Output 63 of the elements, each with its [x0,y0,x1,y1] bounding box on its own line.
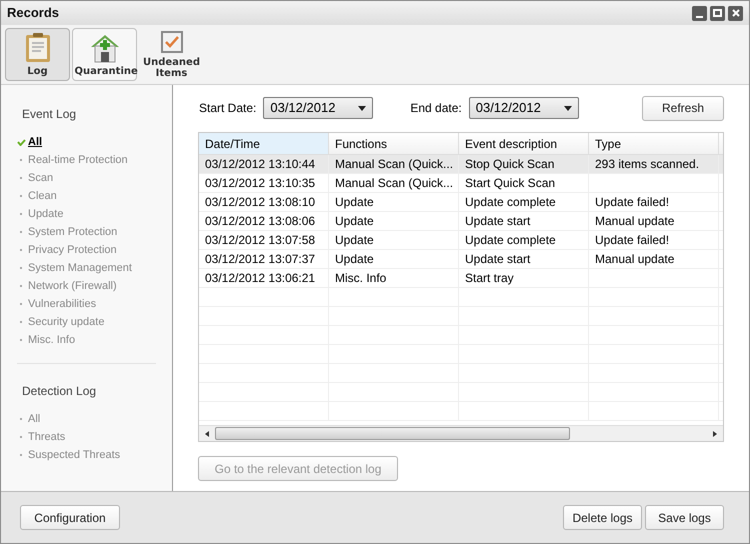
table-cell-text: Stop Quick Scan [465,156,554,173]
refresh-button[interactable]: Refresh [642,96,724,120]
table-row[interactable]: 03/12/2012 13:07:37 Update Update start Manual update [199,250,723,269]
table-cell-text: 293 items scanned. [595,156,700,173]
table-cell-text: Manual update [595,251,674,268]
dropdown-arrow-icon [358,106,366,110]
toolbar-tab[interactable]: Undeaned Items [139,28,204,81]
close-button[interactable] [728,6,743,20]
table-cell-text: Update complete [465,232,556,249]
table-cell-text: 03/12/2012 13:10:44 [205,156,316,173]
table-cell-text: Manual Scan (Quick... [335,156,454,173]
table-cell-text: Update start [465,251,530,268]
table-cell-text: Manual Scan (Quick... [335,175,454,192]
table-cell-text: Update failed! [595,232,670,249]
window-title: Records [7,4,60,22]
table-row[interactable]: 03/12/2012 13:10:44 Manual Scan (Quick... Stop Quick Scan 293 items scanned. [199,155,723,174]
table-cell-text: Misc. Info [335,270,386,287]
table-cell-text: Update [335,251,374,268]
section-heading: Detection Log [22,383,98,400]
toolbar-tab[interactable]: Log [5,28,70,81]
footer-button[interactable]: Delete logs [563,505,642,530]
table-cell-text: 03/12/2012 13:08:06 [205,213,316,230]
date-dropdown[interactable]: 03/12/2012 [468,97,579,119]
table-cell-text: Update [335,213,374,230]
table-row[interactable]: 03/12/2012 13:08:06 Update Update start Manual update [199,212,723,231]
column-header[interactable]: Type [589,133,719,154]
table-cell-text: 03/12/2012 13:10:35 [205,175,316,192]
column-header[interactable]: Event description [459,133,589,154]
table-cell-text: Update start [465,213,530,230]
table-row[interactable]: 03/12/2012 13:10:35 Manual Scan (Quick... Start Quick Scan [199,174,723,193]
sidebar-link[interactable]: All [28,134,42,150]
table-row[interactable]: 03/12/2012 13:08:10 Update Update complete Update failed! [199,193,723,212]
maximize-button[interactable] [710,6,725,20]
table-row[interactable]: 03/12/2012 13:07:58 Update Update complete Update failed! [199,231,723,250]
table-cell-text: Start Quick Scan [465,175,556,192]
table-cell-text: Update [335,232,374,249]
table-cell-text: Manual update [595,213,674,230]
house-icon [88,32,120,62]
dropdown-arrow-icon [564,106,572,110]
section-heading: Event Log [22,106,78,123]
start-date-label: Start Date: [199,100,256,117]
table-cell-text: Start tray [465,270,514,287]
table-cell-text: Update failed! [595,194,670,211]
date-dropdown[interactable]: 03/12/2012 [263,97,374,119]
column-header[interactable]: Date/Time [199,133,329,154]
minimize-button[interactable] [692,6,707,20]
footer-button[interactable]: Save logs [645,505,724,530]
end-date-label: End date: [410,100,462,117]
table-cell-text: 03/12/2012 13:08:10 [205,194,316,211]
table-cell-text: 03/12/2012 13:06:21 [205,270,316,287]
column-header[interactable]: Functions [329,133,459,154]
table-cell-text: 03/12/2012 13:07:37 [205,251,316,268]
scrollbar-thumb[interactable] [215,427,570,440]
toolbar-tab[interactable]: Quarantine [72,28,137,81]
table-cell-text: 03/12/2012 13:07:58 [205,232,316,249]
clipboard-icon [24,32,50,62]
configuration-button[interactable]: Configuration [20,505,120,530]
table-cell-text: Update complete [465,194,556,211]
close-icon [732,9,740,17]
table-cell-text: Update [335,194,374,211]
table-row[interactable]: 03/12/2012 13:06:21 Misc. Info Start tray [199,269,723,288]
checkbox-icon [160,30,184,54]
horizontal-scrollbar[interactable] [199,425,723,441]
